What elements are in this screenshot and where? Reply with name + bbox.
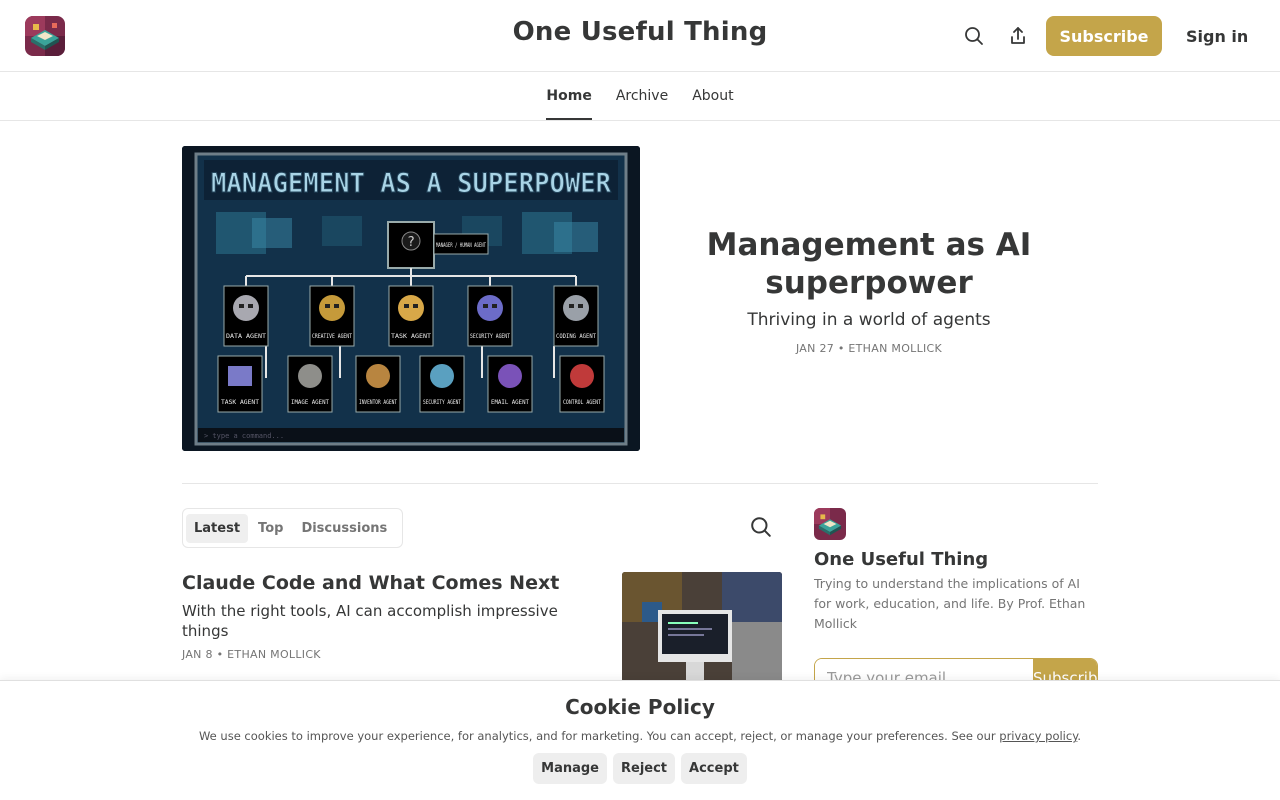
subscribe-button[interactable]: Subscribe	[1046, 16, 1162, 56]
svg-text:?: ?	[407, 235, 415, 250]
hero-subtitle: Thriving in a world of agents	[747, 310, 991, 330]
cookie-text-end: .	[1077, 729, 1082, 743]
post-meta: JAN 8 • ETHAN MOLLICK	[182, 648, 321, 661]
post-title[interactable]: Claude Code and What Comes Next	[182, 572, 602, 594]
share-icon[interactable]	[1006, 24, 1030, 48]
hero-image-row2-label: IMAGE AGENT	[291, 399, 329, 406]
hero-meta: JAN 27 • ETHAN MOLLICK	[795, 342, 943, 355]
top-header: One Useful Thing Subscribe Sign in	[0, 0, 1280, 72]
hero-image-row1-label: CODING AGENT	[556, 333, 596, 340]
cookie-actions: Manage Reject Accept	[0, 753, 1280, 784]
sidebar-publication-name[interactable]: One Useful Thing	[814, 549, 988, 570]
hero-title[interactable]: Management as AI superpower	[690, 226, 1048, 302]
privacy-policy-link[interactable]: privacy policy	[999, 729, 1077, 743]
hero-image-heading: MANAGEMENT AS A SUPERPOWER	[211, 168, 612, 199]
section-divider	[182, 483, 1098, 484]
post-thumbnail[interactable]	[622, 572, 782, 682]
feed-tab-latest[interactable]: Latest	[186, 513, 249, 543]
search-icon[interactable]	[962, 24, 986, 48]
hero-image-prompt: > type a command...	[204, 432, 284, 440]
hero-image-row1-label: TASK AGENT	[391, 333, 431, 340]
post-subtitle: With the right tools, AI can accomplish …	[182, 602, 558, 640]
hero-image-row1-label: SECURITY AGENT	[470, 333, 510, 340]
hero-image-manager-label: MANAGER / HUMAN AGENT	[436, 242, 486, 249]
cookie-accept-button[interactable]: Accept	[681, 753, 747, 784]
sign-in-button[interactable]: Sign in	[1180, 16, 1254, 56]
tab-archive[interactable]: Archive	[604, 72, 680, 120]
cookie-text-body: We use cookies to improve your experienc…	[198, 729, 1000, 743]
hero-image-row1-label: CREATIVE AGENT	[312, 333, 352, 340]
cookie-reject-button[interactable]: Reject	[613, 753, 676, 784]
hero-post[interactable]: Management as AI superpower Thriving in …	[690, 226, 1048, 355]
hero-image[interactable]: MANAGEMENT AS A SUPERPOWER ? MANAGER / H…	[182, 146, 640, 451]
cookie-manage-button[interactable]: Manage	[533, 753, 607, 784]
cookie-banner: Cookie Policy We use cookies to improve …	[0, 680, 1280, 800]
feed-tabs: Latest Top Discussions	[182, 508, 403, 548]
feed-tab-top[interactable]: Top	[250, 514, 291, 543]
hero-image-row2-label: TASK AGENT	[221, 399, 259, 406]
hero-image-row2-label: EMAIL AGENT	[491, 399, 529, 406]
hero-image-row2-label: INVENTOR AGENT	[359, 399, 397, 406]
cookie-text: We use cookies to improve your experienc…	[0, 729, 1280, 743]
hero-image-row2-label: SECURITY AGENT	[423, 399, 461, 406]
sidebar-description: Trying to understand the implications of…	[814, 576, 1086, 631]
hero-image-row1-label: DATA AGENT	[226, 333, 266, 340]
sidebar-logo[interactable]	[814, 508, 846, 540]
feed-tab-discussions[interactable]: Discussions	[293, 514, 395, 543]
hero-image-row2-label: CONTROL AGENT	[563, 399, 601, 406]
tab-about[interactable]: About	[680, 72, 745, 120]
cookie-title: Cookie Policy	[565, 695, 715, 719]
tab-home[interactable]: Home	[534, 72, 603, 120]
feed-search-icon[interactable]	[750, 516, 774, 540]
main-nav: Home Archive About	[0, 72, 1280, 121]
